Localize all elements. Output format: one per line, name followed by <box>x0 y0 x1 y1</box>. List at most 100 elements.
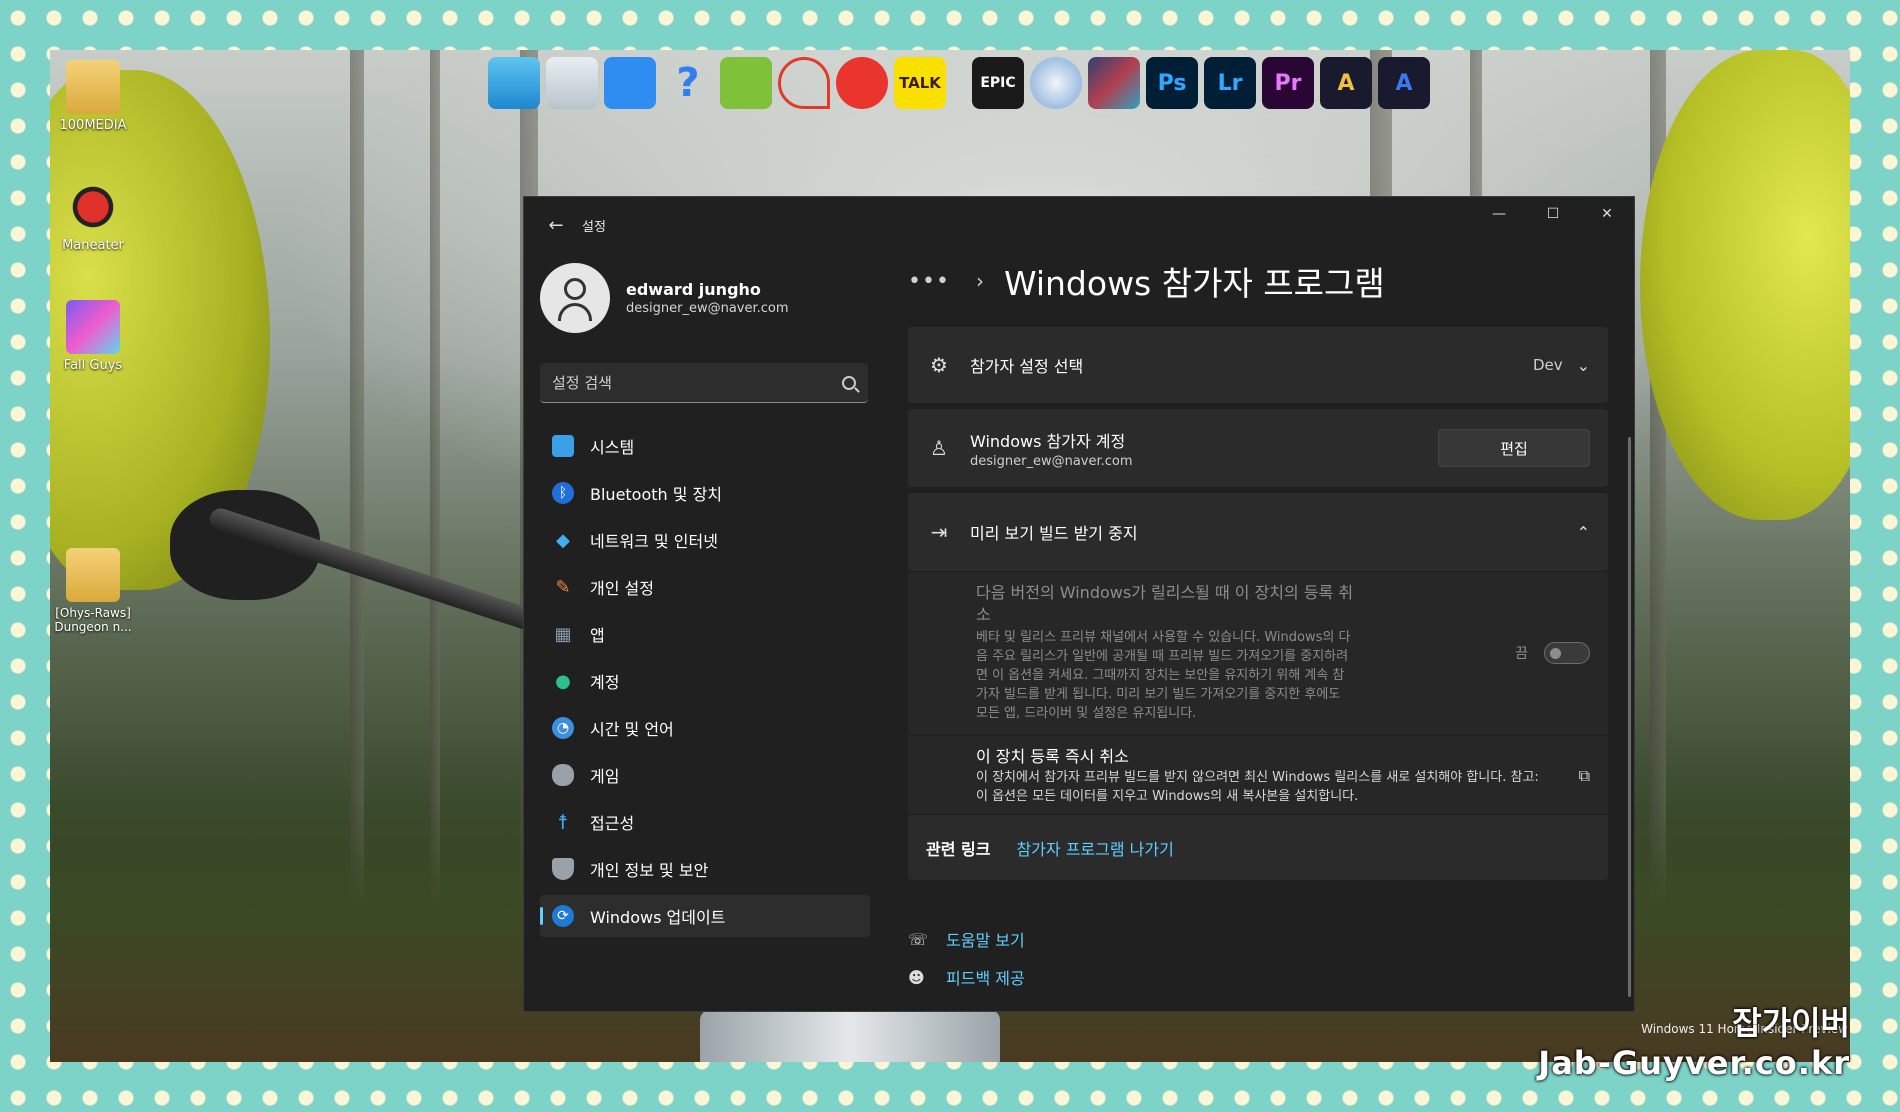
search-icon[interactable] <box>842 375 856 390</box>
desktop-icon-100media[interactable]: 100MEDIA <box>48 60 138 133</box>
leave-insider-program-link[interactable]: 참가자 프로그램 나가기 <box>1016 836 1173 860</box>
avatar <box>540 263 610 333</box>
sidebar-item-label: 개인 설정 <box>590 579 654 598</box>
sidebar-item-privacy[interactable]: 개인 정보 및 보안 <box>540 848 870 890</box>
record-icon[interactable] <box>836 57 888 109</box>
sidebar-item-label: 네트워크 및 인터넷 <box>590 532 718 551</box>
close-button[interactable]: ✕ <box>1580 197 1634 231</box>
kakaotalk-icon[interactable]: TALK <box>894 57 946 109</box>
unenroll-next-toggle[interactable] <box>1544 641 1590 664</box>
sidebar-item-gaming[interactable]: 게임 <box>540 754 870 796</box>
sidebar-item-windows-update[interactable]: ⟳ Windows 업데이트 <box>540 895 870 937</box>
folder-icon <box>66 60 120 114</box>
sidebar-item-time-language[interactable]: ◔ 시간 및 언어 <box>540 707 870 749</box>
epic-games-icon[interactable]: EPIC <box>972 57 1024 109</box>
sidebar-nav: 시스템 ᛒ Bluetooth 및 장치 ◆ 네트워크 및 인터넷 ✎ 개인 설… <box>540 425 870 937</box>
lightroom-icon[interactable]: Lr <box>1204 57 1256 109</box>
chevron-up-icon: ⌃ <box>1576 522 1590 542</box>
pinned-app-row: ? TALK EPIC Ps Lr Pr A A <box>488 57 1430 115</box>
toggle-state-label: 끔 <box>1515 645 1528 662</box>
page-title: Windows 참가자 프로그램 <box>1003 264 1385 303</box>
sidebar-item-bluetooth[interactable]: ᛒ Bluetooth 및 장치 <box>540 472 870 514</box>
affinity-icon[interactable]: A <box>1320 57 1372 109</box>
photoshop-icon[interactable]: Ps <box>1146 57 1198 109</box>
sidebar: edward jungho designer_ew@naver.com 시스템 … <box>540 263 870 942</box>
stop-builds-options: 다음 버전의 Windows가 릴리스될 때 이 장치의 등록 취소 베타 및 … <box>908 571 1608 814</box>
person-icon: ♙ <box>930 436 948 460</box>
give-feedback-link[interactable]: ☻ 피드백 제공 <box>908 958 1608 996</box>
wifi-icon: ◆ <box>556 529 570 551</box>
unenroll-now-title: 이 장치 등록 즉시 취소 <box>976 747 1129 766</box>
fallguys-icon <box>66 300 120 354</box>
watermark-brand-en: Jab-Guyver.co.kr <box>1538 1044 1850 1082</box>
sidebar-item-accounts[interactable]: ● 계정 <box>540 660 870 702</box>
unenroll-now-row[interactable]: 이 장치 등록 즉시 취소 이 장치에서 참가자 프리뷰 빌드를 받지 않으려면… <box>908 735 1608 814</box>
monitor-icon[interactable] <box>488 57 540 109</box>
sidebar-item-accessibility[interactable]: ☨ 접근성 <box>540 801 870 843</box>
sidebar-item-personalization[interactable]: ✎ 개인 설정 <box>540 566 870 608</box>
clock-globe-icon: ◔ <box>552 717 574 739</box>
breadcrumb: ••• › Windows 참가자 프로그램 <box>908 253 1608 309</box>
sidebar-item-apps[interactable]: ▦ 앱 <box>540 613 870 655</box>
sidebar-item-network[interactable]: ◆ 네트워크 및 인터넷 <box>540 519 870 561</box>
game-icon[interactable] <box>1088 57 1140 109</box>
search-box[interactable] <box>540 363 868 403</box>
system-icon <box>552 435 574 457</box>
maximize-button[interactable]: ☐ <box>1526 197 1580 231</box>
desktop-icon-maneater[interactable]: Maneater <box>48 180 138 253</box>
scrollbar[interactable] <box>1628 437 1631 997</box>
desktop-icon-label: [Ohys-Raws] Dungeon n... <box>54 606 132 634</box>
exit-door-icon: ⇥ <box>930 520 948 544</box>
profile-email: designer_ew@naver.com <box>626 301 789 316</box>
related-links: 관련 링크 참가자 프로그램 나가기 <box>908 814 1608 880</box>
folder-icon <box>66 548 120 602</box>
unenroll-next-desc: 베타 및 릴리스 프리뷰 채널에서 사용할 수 있습니다. Windows의 다… <box>976 630 1351 721</box>
desktop-icon-label: Fall Guys <box>63 358 123 373</box>
unenroll-next-release-row: 다음 버전의 Windows가 릴리스될 때 이 장치의 등록 취소 베타 및 … <box>908 571 1608 735</box>
feedback-icon: ☻ <box>908 967 925 987</box>
minimize-button[interactable]: — <box>1472 197 1526 231</box>
watermark-brand-ko: 잡가이버 <box>1732 1004 1850 1042</box>
desktop-icon-label: 100MEDIA <box>59 118 127 133</box>
curve-icon[interactable] <box>778 57 830 109</box>
desktop-icon-label: Maneater <box>62 238 124 253</box>
user-icon <box>564 278 586 300</box>
sidebar-item-system[interactable]: 시스템 <box>540 425 870 467</box>
external-link-icon[interactable]: ⧉ <box>1579 766 1590 786</box>
give-feedback-text: 피드백 제공 <box>946 969 1025 988</box>
get-help-text: 도움말 보기 <box>946 931 1025 950</box>
affinity-designer-icon[interactable]: A <box>1378 57 1430 109</box>
help-chat-icon: ☏ <box>908 929 929 949</box>
recycle-bin-icon[interactable] <box>546 57 598 109</box>
accessibility-icon: ☨ <box>557 810 569 834</box>
browser-icon[interactable] <box>1030 57 1082 109</box>
desktop-icon-ohys-raws[interactable]: [Ohys-Raws] Dungeon n... <box>48 548 138 634</box>
stop-preview-builds-expander[interactable]: ⇥ 미리 보기 빌드 받기 중지 ⌃ <box>908 493 1608 571</box>
edit-button[interactable]: 편집 <box>1438 429 1590 467</box>
breadcrumb-more[interactable]: ••• <box>908 269 950 294</box>
sidebar-item-label: 게임 <box>590 767 620 786</box>
insider-account-setting: ♙ Windows 참가자 계정 designer_ew@naver.com 편… <box>908 409 1608 487</box>
sidebar-item-label: Windows 업데이트 <box>590 908 726 927</box>
back-arrow-icon[interactable]: ← <box>544 213 568 237</box>
gamepad-icon <box>552 764 574 786</box>
premiere-icon[interactable]: Pr <box>1262 57 1314 109</box>
get-help-link[interactable]: ☏ 도움말 보기 <box>908 920 1608 958</box>
search-app-icon[interactable] <box>720 57 772 109</box>
update-icon: ⟳ <box>552 905 574 927</box>
user-profile[interactable]: edward jungho designer_ew@naver.com <box>540 263 870 333</box>
channel-value: Dev <box>1532 356 1563 374</box>
site-watermark: 잡가이버 Jab-Guyver.co.kr <box>1538 998 1850 1082</box>
main-content: ••• › Windows 참가자 프로그램 ⚙ 참가자 설정 선택 Dev ⌄… <box>908 253 1608 996</box>
virtualbox-icon[interactable] <box>604 57 656 109</box>
stop-builds-title: 미리 보기 빌드 받기 중지 <box>970 524 1138 543</box>
unenroll-next-title: 다음 버전의 Windows가 릴리스될 때 이 장치의 등록 취소 <box>976 583 1354 624</box>
sidebar-item-label: 계정 <box>590 673 620 692</box>
search-input[interactable] <box>552 373 842 392</box>
desktop-icon-fallguys[interactable]: Fall Guys <box>48 300 138 373</box>
insider-channel-setting[interactable]: ⚙ 참가자 설정 선택 Dev ⌄ <box>908 327 1608 403</box>
channel-label: 참가자 설정 선택 <box>970 357 1084 376</box>
sidebar-item-label: 접근성 <box>590 814 635 833</box>
account-icon: ● <box>555 670 571 692</box>
help-icon[interactable]: ? <box>662 57 714 109</box>
